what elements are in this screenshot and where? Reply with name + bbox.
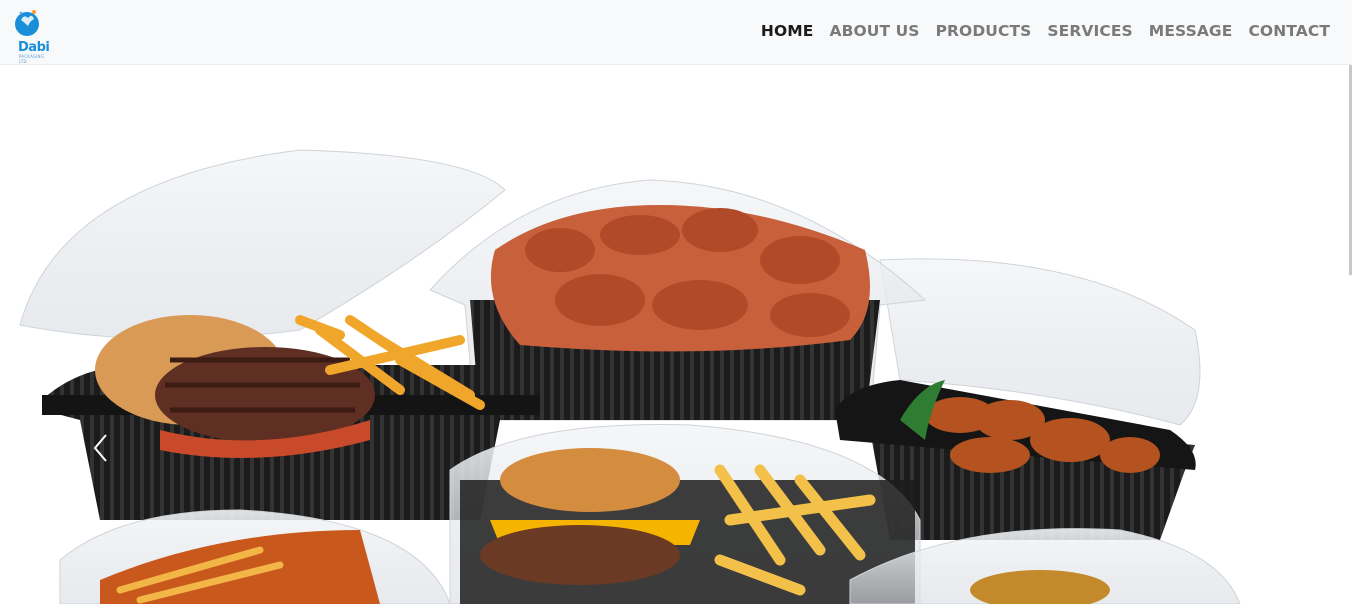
chevron-left-icon: [93, 434, 107, 462]
nav-about-us[interactable]: ABOUT US: [829, 22, 919, 40]
main-nav: HOME ABOUT US PRODUCTS SERVICES MESSAGE …: [761, 22, 1330, 40]
nav-message[interactable]: MESSAGE: [1149, 22, 1233, 40]
nav-services[interactable]: SERVICES: [1047, 22, 1132, 40]
hero-carousel: [0, 65, 1352, 604]
nav-products[interactable]: PRODUCTS: [936, 22, 1032, 40]
nav-home[interactable]: HOME: [761, 22, 814, 40]
logo-text: Dabi: [18, 40, 50, 55]
top-navbar: Dabi PACKAGING LTD HOME ABOUT US PRODUCT…: [0, 0, 1352, 65]
carousel-prev-button[interactable]: [92, 433, 110, 467]
brand-logo[interactable]: Dabi PACKAGING LTD: [8, 6, 50, 64]
logo-subtext: PACKAGING LTD: [19, 54, 45, 64]
hero-image: [19, 149, 1241, 604]
nav-contact[interactable]: CONTACT: [1248, 22, 1330, 40]
